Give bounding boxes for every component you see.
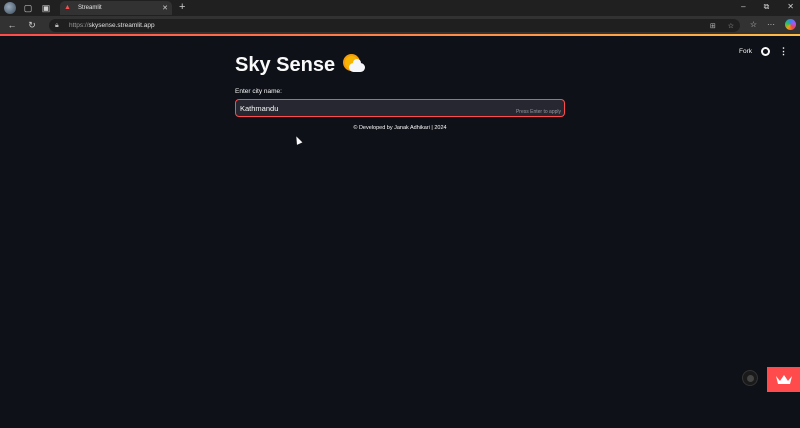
kebab-menu-icon[interactable]: ⋮ bbox=[779, 47, 788, 56]
sun-behind-cloud-icon bbox=[343, 55, 366, 75]
copilot-icon[interactable] bbox=[785, 19, 796, 30]
url-text[interactable]: https://skysense.streamlit.app bbox=[69, 22, 155, 29]
minimize-button[interactable]: – bbox=[741, 2, 745, 12]
tab-actions-icon[interactable]: ▣ bbox=[40, 2, 52, 14]
new-tab-button[interactable]: + bbox=[179, 2, 185, 13]
city-input-label: Enter city name: bbox=[235, 88, 282, 95]
app-status-icon[interactable] bbox=[742, 370, 758, 386]
refresh-icon[interactable]: ↻ bbox=[24, 20, 40, 31]
page-title: Sky Sense bbox=[235, 52, 565, 78]
app-toolbar: Fork ⋮ bbox=[739, 47, 788, 56]
restore-button[interactable]: ⧉ bbox=[764, 2, 770, 12]
github-icon[interactable] bbox=[761, 47, 770, 56]
streamlit-favicon-icon: ▲ bbox=[64, 4, 71, 11]
page-title-text: Sky Sense bbox=[235, 53, 336, 76]
fork-button[interactable]: Fork bbox=[739, 48, 752, 55]
workspaces-icon[interactable]: ▢ bbox=[22, 2, 34, 14]
input-hint: Press Enter to apply bbox=[515, 109, 561, 115]
tab-title: Streamlit bbox=[78, 5, 102, 11]
crown-icon bbox=[775, 375, 792, 384]
footer-credit: © Developed by Janak Adhikari | 2024 bbox=[353, 125, 447, 131]
streamlit-cloud-button[interactable] bbox=[767, 367, 800, 392]
profile-avatar-icon[interactable] bbox=[4, 2, 16, 14]
window-controls: – ⧉ ✕ bbox=[741, 2, 794, 12]
city-input[interactable] bbox=[240, 103, 500, 113]
browser-toolbar-right: ☆ ··· bbox=[750, 19, 796, 30]
browser-tab-streamlit[interactable]: ▲ Streamlit ✕ bbox=[60, 1, 172, 15]
favorite-star-icon[interactable]: ☆ bbox=[728, 22, 734, 30]
lock-icon[interactable]: 🔒︎ bbox=[55, 22, 63, 30]
address-bar[interactable]: 🔒︎ https://skysense.streamlit.app ⊞ ☆ bbox=[49, 19, 740, 32]
read-mode-icon[interactable]: ⊞ bbox=[710, 22, 716, 30]
more-icon[interactable]: ··· bbox=[767, 20, 775, 29]
back-icon[interactable]: ← bbox=[4, 20, 20, 30]
city-input-container[interactable]: Press Enter to apply bbox=[235, 99, 565, 117]
favorites-icon[interactable]: ☆ bbox=[750, 20, 757, 29]
main-content: Sky Sense Enter city name: Press Enter t… bbox=[235, 52, 565, 131]
tab-close-icon[interactable]: ✕ bbox=[162, 4, 168, 12]
close-window-button[interactable]: ✕ bbox=[787, 2, 794, 12]
